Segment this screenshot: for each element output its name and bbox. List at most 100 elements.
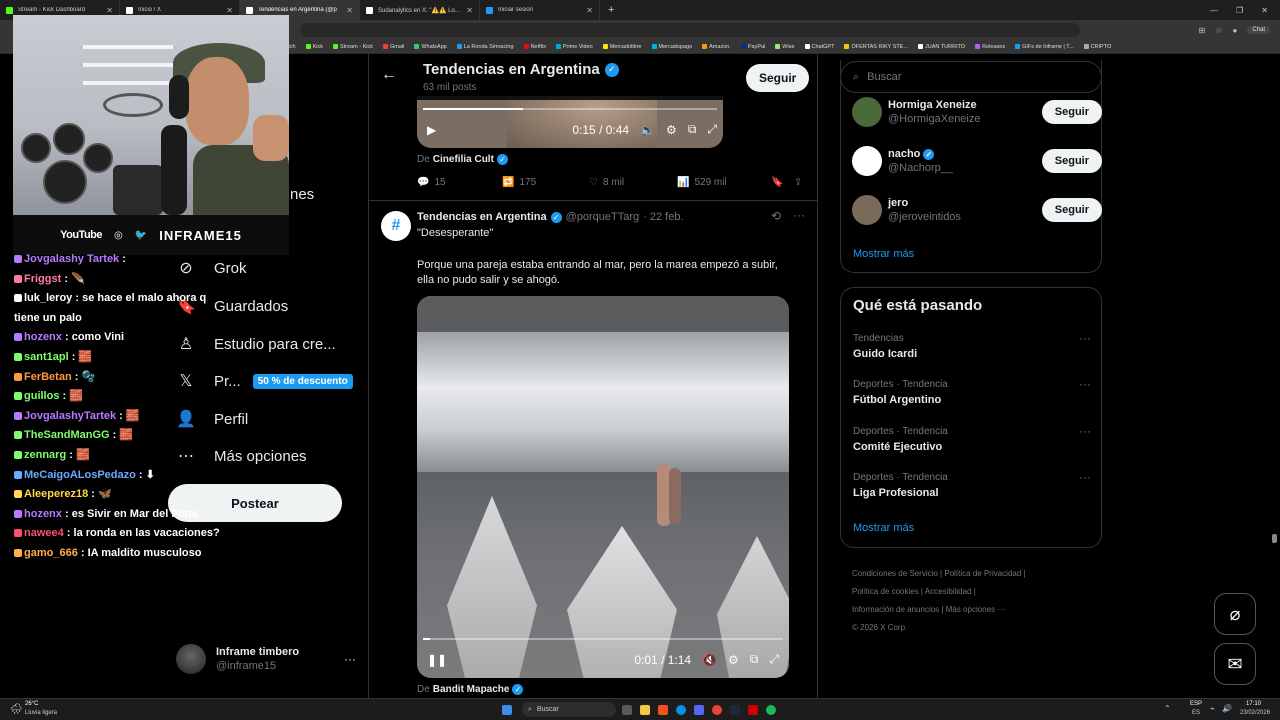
- more-icon[interactable]: ···: [1079, 377, 1091, 391]
- bookmark-item[interactable]: Releases: [975, 44, 1005, 50]
- omnibox[interactable]: [300, 23, 1080, 37]
- task-view-icon[interactable]: [622, 705, 632, 715]
- tab-close-icon[interactable]: ✕: [346, 6, 353, 15]
- source-link[interactable]: Cinefilia Cult: [433, 154, 494, 165]
- chat-username[interactable]: Aleeperez18: [24, 488, 88, 500]
- chat-username[interactable]: MeCaigoALosPedazo: [24, 469, 136, 481]
- fullscreen-icon[interactable]: ⤢: [769, 652, 779, 667]
- share-icon[interactable]: ⇪: [794, 177, 802, 188]
- network-icon[interactable]: ⌁: [1210, 704, 1215, 713]
- bookmark-item[interactable]: GIFs de Inframe | T...: [1015, 44, 1074, 50]
- suggested-account[interactable]: nacho ✓ @Nachorp__ Seguir: [852, 146, 1102, 176]
- star-icon[interactable]: ☆: [1215, 26, 1222, 35]
- tab-close-icon[interactable]: ✕: [226, 6, 233, 15]
- language-region[interactable]: ES: [1192, 710, 1200, 716]
- nav-partial-label[interactable]: nes: [290, 186, 314, 203]
- footer-link[interactable]: Política de cookies: [852, 587, 919, 596]
- chat-username[interactable]: hozenx: [24, 331, 62, 343]
- bookmark-item[interactable]: PayPal: [740, 44, 765, 50]
- file-explorer-icon[interactable]: [640, 705, 650, 715]
- chat-username[interactable]: hozenx: [24, 508, 62, 520]
- edge-icon[interactable]: [676, 705, 686, 715]
- more-icon[interactable]: ···: [1079, 424, 1091, 438]
- like-button[interactable]: ♡ 8 mil: [589, 177, 677, 188]
- bookmark-item[interactable]: Amazon.: [702, 44, 731, 50]
- settings-icon[interactable]: ⚙: [728, 653, 739, 667]
- bookmark-item[interactable]: CRIPTO: [1083, 44, 1111, 50]
- follow-button[interactable]: Seguir: [1041, 149, 1102, 173]
- video-player-1[interactable]: ▶ 0:15 / 0:44 🔈 ⚙ ⧉ ⤢: [417, 96, 723, 148]
- more-icon[interactable]: ···: [344, 652, 356, 666]
- extensions-icon[interactable]: ⊞: [1199, 26, 1206, 35]
- chat-username[interactable]: guillos: [24, 390, 59, 402]
- reply-button[interactable]: 💬 15: [417, 177, 502, 188]
- follow-trend-button[interactable]: Seguir: [746, 64, 810, 92]
- weather-temp[interactable]: 26°C: [25, 701, 38, 707]
- bookmark-item[interactable]: Mercadolibre: [602, 44, 642, 50]
- spotify-icon[interactable]: [766, 705, 776, 715]
- settings-icon[interactable]: ⚙: [666, 123, 677, 137]
- grok-fab-icon[interactable]: ⌀: [1214, 593, 1256, 635]
- footer-link[interactable]: Política de Privacidad: [944, 569, 1021, 578]
- footer-link[interactable]: Condiciones de Servicio: [852, 569, 938, 578]
- post-date[interactable]: · 22 feb.: [643, 211, 683, 223]
- chat-username[interactable]: nawee4: [24, 527, 64, 539]
- bookmark-item[interactable]: JUAN TURRITO: [918, 44, 965, 50]
- clock-date[interactable]: 23/02/2026: [1240, 710, 1270, 716]
- views-button[interactable]: 📊 529 mil: [677, 177, 771, 188]
- footer-link[interactable]: Información de anuncios: [852, 605, 939, 614]
- close-window-icon[interactable]: ✕: [1261, 6, 1268, 15]
- language-code[interactable]: ESP: [1190, 701, 1202, 707]
- fullscreen-icon[interactable]: ⤢: [707, 122, 717, 137]
- more-icon[interactable]: ···: [1079, 470, 1091, 484]
- discord-icon[interactable]: [694, 705, 704, 715]
- steam-icon[interactable]: [730, 705, 740, 715]
- pip-icon[interactable]: ⧉: [750, 652, 759, 667]
- chat-username[interactable]: TheSandManGG: [24, 429, 110, 441]
- store-icon[interactable]: [658, 705, 668, 715]
- footer-link[interactable]: Más opciones ···: [946, 605, 1006, 614]
- post-handle[interactable]: @porqueTTarg: [566, 211, 640, 223]
- more-icon[interactable]: ···: [793, 208, 805, 222]
- browser-tab[interactable]: Iniciar sesión ✕: [480, 0, 600, 20]
- video-1-progress-track[interactable]: [423, 108, 717, 110]
- pause-icon[interactable]: ❚❚: [427, 653, 447, 667]
- messages-fab-icon[interactable]: ✉: [1214, 643, 1256, 685]
- chat-username[interactable]: gamo_666: [24, 547, 78, 559]
- new-tab-icon[interactable]: +: [600, 4, 622, 16]
- bookmark-item[interactable]: Stream - Kick: [332, 44, 373, 50]
- bookmark-item[interactable]: La Ronda Simracing: [456, 44, 514, 50]
- tab-close-icon[interactable]: ✕: [466, 6, 473, 15]
- bookmark-item[interactable]: Kick: [305, 44, 323, 50]
- show-more-link[interactable]: Mostrar más: [853, 248, 914, 260]
- chrome-icon[interactable]: [712, 705, 722, 715]
- bookmark-item[interactable]: WhatsApp: [414, 44, 447, 50]
- bookmark-item[interactable]: Wise: [775, 44, 795, 50]
- account-switcher[interactable]: Inframe timbero @inframe15 ···: [176, 644, 356, 674]
- post-author[interactable]: Tendencias en Argentina: [417, 211, 547, 223]
- suggested-account[interactable]: Hormiga Xeneize @HormigaXeneize Seguir: [852, 97, 1102, 127]
- follow-button[interactable]: Seguir: [1041, 198, 1102, 222]
- minimize-icon[interactable]: —: [1210, 6, 1218, 15]
- trend-item[interactable]: Tendencias Guido Icardi ···: [853, 331, 1091, 360]
- volume-icon[interactable]: 🔊: [1222, 704, 1232, 713]
- chat-username[interactable]: luk_leroy: [24, 292, 72, 304]
- bookmark-item[interactable]: Netflix: [523, 44, 546, 50]
- volume-icon[interactable]: 🔈: [640, 123, 655, 137]
- source-link[interactable]: Bandit Mapache: [433, 684, 510, 695]
- mute-icon[interactable]: 🔇: [702, 653, 717, 667]
- scrollbar[interactable]: [1272, 534, 1277, 543]
- chat-username[interactable]: zennarg: [24, 449, 66, 461]
- chat-username[interactable]: FerBetan: [24, 371, 72, 383]
- more-icon[interactable]: ···: [1079, 331, 1091, 345]
- chat-username[interactable]: Friggst: [24, 273, 61, 285]
- chat-button[interactable]: Chat: [1247, 26, 1270, 34]
- grok-icon[interactable]: ⟲: [771, 209, 781, 223]
- profile-icon[interactable]: ●: [1232, 26, 1237, 35]
- browser-tab[interactable]: Sudanalytics en X: "⚠️⚠️ Los club ✕: [360, 0, 480, 20]
- bookmark-item[interactable]: OFERTAS RIKY STE...: [844, 44, 908, 50]
- play-icon[interactable]: ▶: [427, 123, 436, 137]
- start-icon[interactable]: [502, 705, 512, 715]
- repost-button[interactable]: 🔁 175: [502, 177, 589, 188]
- taskbar-search[interactable]: ⌕ Buscar: [522, 702, 616, 717]
